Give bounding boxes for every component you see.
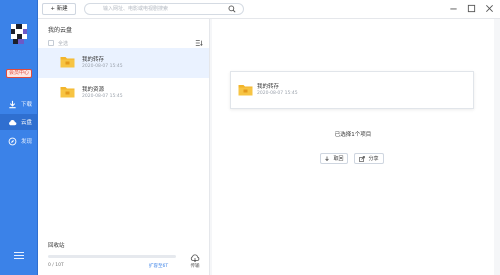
file-date: 2020-08-07 15:45 <box>82 94 123 99</box>
detail-file-date: 2020-08-07 15:45 <box>257 91 298 96</box>
search-input[interactable]: 输入网址、电影或电视剧搜索 <box>84 3 244 15</box>
select-all-checkbox[interactable] <box>48 40 54 46</box>
detail-panel: 我的转存 2020-08-07 15:45 已选择1个项目 取回 分享 <box>212 19 494 275</box>
maximize-icon[interactable] <box>467 4 476 13</box>
share-button[interactable]: 分享 <box>354 153 384 164</box>
cloud-icon <box>8 118 17 127</box>
retrieve-label: 取回 <box>333 156 344 162</box>
folder-icon <box>238 83 253 96</box>
folder-icon <box>60 85 75 98</box>
transfer-button[interactable]: 传输 <box>186 253 204 273</box>
close-icon[interactable] <box>485 4 494 13</box>
file-list-panel: 我的云盘 全选 我的转存 2020-08-07 15:45 我的资源 2020-… <box>38 19 210 275</box>
search-icon[interactable] <box>228 5 236 13</box>
avatar[interactable] <box>8 22 30 48</box>
sidebar: 会员中心 下载 云盘 发现 <box>0 0 38 275</box>
file-name: 我的资源 <box>82 87 105 93</box>
nav-item-cloud[interactable]: 云盘 <box>0 114 38 130</box>
nav-item-discover[interactable]: 发现 <box>0 133 38 149</box>
detail-file-name: 我的转存 <box>257 84 280 90</box>
new-button[interactable]: + 新建 <box>42 3 76 15</box>
file-date: 2020-08-07 15:45 <box>82 64 123 69</box>
retrieve-button[interactable]: 取回 <box>320 153 348 164</box>
storage-bar <box>48 255 176 258</box>
nav-label-cloud: 云盘 <box>21 120 33 126</box>
member-center-badge[interactable]: 会员中心 <box>6 69 32 78</box>
panel-title: 我的云盘 <box>48 27 73 34</box>
nav-item-download[interactable]: 下载 <box>0 96 38 112</box>
discover-icon <box>8 137 17 146</box>
window-controls <box>449 4 494 13</box>
recycle-bin-link[interactable]: 回收站 <box>48 241 65 249</box>
top-bar: + 新建 输入网址、电影或电视剧搜索 <box>38 0 500 19</box>
minimize-icon[interactable] <box>449 4 458 13</box>
download-icon <box>8 100 17 109</box>
share-icon <box>359 155 366 162</box>
file-name: 我的转存 <box>82 57 105 63</box>
storage-usage: 0 / 10T <box>48 263 64 268</box>
sort-icon[interactable] <box>195 39 203 47</box>
share-label: 分享 <box>368 156 379 162</box>
list-item[interactable]: 我的转存 2020-08-07 15:45 <box>38 48 209 78</box>
folder-icon <box>60 55 75 68</box>
download-icon <box>324 156 330 162</box>
transfer-label: 传输 <box>190 264 200 269</box>
transfer-icon <box>190 254 200 263</box>
nav-label-discover: 发现 <box>21 139 33 145</box>
list-item[interactable]: 我的资源 2020-08-07 15:45 <box>38 78 209 108</box>
selected-count: 已选择1个项目 <box>334 132 372 138</box>
hamburger-menu-icon[interactable] <box>14 252 24 261</box>
nav-label-download: 下载 <box>21 102 33 108</box>
select-all-label: 全选 <box>58 40 69 47</box>
select-all-row: 全选 <box>48 38 203 48</box>
expand-storage-link[interactable]: 扩容至6T <box>149 263 168 269</box>
selected-item-card: 我的转存 2020-08-07 15:45 <box>230 71 474 109</box>
